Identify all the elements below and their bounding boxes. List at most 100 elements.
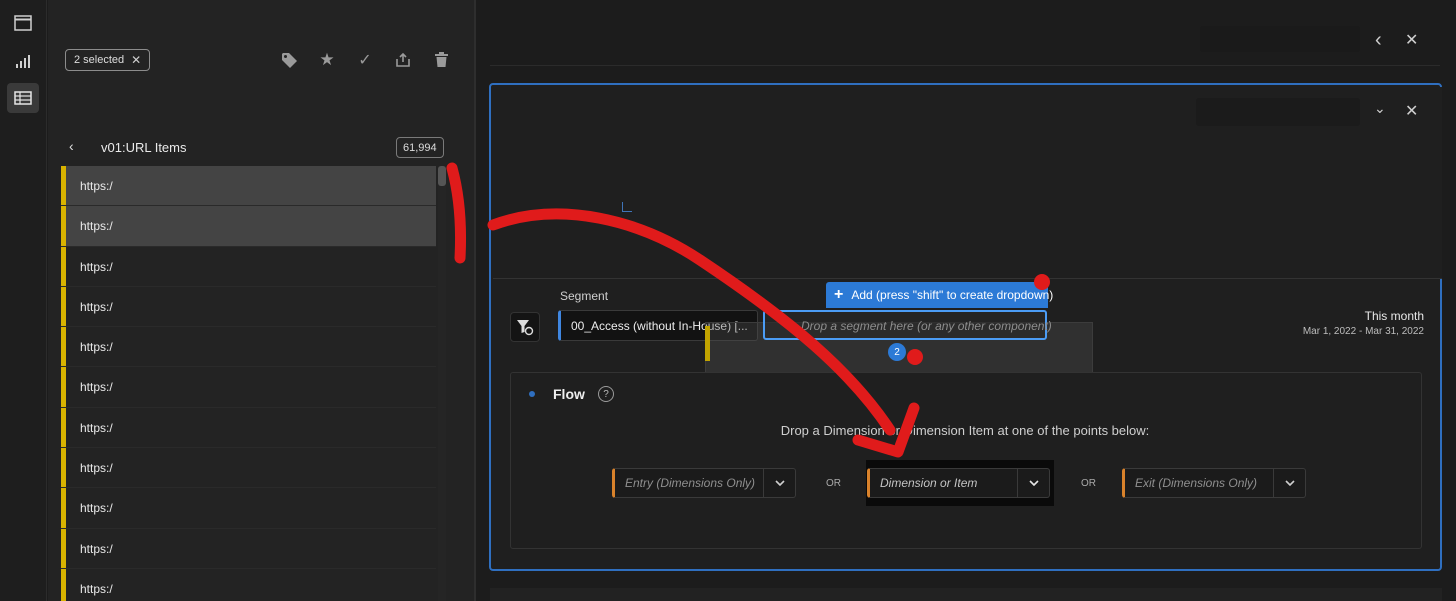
- flow-title: Flow: [553, 386, 585, 402]
- share-button[interactable]: [392, 49, 414, 71]
- list-header: ‹ v01:URL Items 61,994: [60, 135, 445, 161]
- share-icon: [396, 52, 410, 67]
- list-item-marker: [61, 407, 66, 448]
- list-item[interactable]: https:/: [61, 327, 436, 368]
- top-panel-field[interactable]: [1200, 26, 1360, 52]
- segment-label: Segment: [560, 289, 609, 303]
- list-item[interactable]: https:/: [61, 568, 436, 601]
- list-item-label: https:/: [80, 420, 113, 435]
- chart-icon: [16, 55, 30, 68]
- flow-instruction: Drop a Dimension or Dimension Item at on…: [780, 423, 1150, 438]
- list-item-mask: [118, 206, 436, 246]
- entry-placeholder: Entry (Dimensions Only): [625, 476, 756, 490]
- list-item-label: https:/: [80, 259, 113, 274]
- help-icon[interactable]: ?: [598, 386, 614, 402]
- list-item[interactable]: https:/: [61, 488, 436, 529]
- list-item[interactable]: https:/: [61, 246, 436, 287]
- list-item-marker: [61, 367, 66, 407]
- item-count-badge: 61,994: [396, 137, 444, 158]
- list-item-mask: [118, 528, 436, 568]
- list-title: v01:URL Items: [101, 140, 187, 155]
- tag-button[interactable]: [278, 49, 300, 71]
- or-label: OR: [826, 478, 841, 489]
- list-item-label: https:/: [80, 219, 113, 234]
- list-item[interactable]: https:/: [61, 367, 436, 408]
- list-item-label: https:/: [80, 461, 113, 476]
- selection-chip[interactable]: 2 selected ✕: [65, 49, 151, 71]
- list-item-marker: [61, 327, 66, 367]
- list-item-mask: [118, 286, 436, 327]
- list-item-marker: [61, 246, 66, 286]
- drag-ghost-marker: [705, 326, 710, 361]
- list-item-marker: [61, 286, 66, 327]
- entry-dropdown[interactable]: Entry (Dimensions Only): [612, 468, 796, 498]
- component-panel: 2 selected ✕ ★ ✓ ‹ v01:URL Items 61,994 …: [48, 0, 476, 601]
- list-item-marker: [61, 528, 66, 568]
- check-icon: ✓: [358, 52, 372, 69]
- window-icon: [14, 15, 32, 31]
- list-item-label: https:/: [80, 501, 113, 516]
- delete-button[interactable]: [430, 49, 452, 71]
- list-item[interactable]: https:/: [61, 407, 436, 449]
- tag-icon: [281, 52, 297, 68]
- chevron-down-icon[interactable]: ⌄: [1374, 100, 1386, 117]
- list-item-mask: [118, 246, 436, 286]
- list-item-label: https:/: [80, 340, 113, 355]
- date-range-label[interactable]: This month: [1300, 309, 1424, 323]
- chevron-down-icon[interactable]: [763, 469, 795, 497]
- filter-icon: [517, 320, 534, 336]
- segment-drop-zone[interactable]: Drop a segment here (or any other compon…: [763, 310, 1052, 340]
- chevron-down-icon[interactable]: [1017, 469, 1049, 497]
- list-item[interactable]: https:/: [61, 528, 436, 569]
- list-item-mask: [118, 407, 436, 448]
- date-range-value[interactable]: Mar 1, 2022 - Mar 31, 2022: [1280, 326, 1424, 337]
- panels-button[interactable]: [7, 8, 39, 38]
- back-icon[interactable]: ‹: [69, 138, 74, 154]
- list-item[interactable]: https:/: [61, 286, 436, 328]
- list-item-mask: [118, 448, 436, 488]
- list-item-marker: [61, 206, 66, 246]
- list-item-label: https:/: [80, 541, 113, 556]
- favorite-button[interactable]: ★: [316, 49, 338, 71]
- list-item-label: https:/: [80, 380, 113, 395]
- middle-placeholder: Dimension or Item: [880, 476, 978, 490]
- list-item-marker: [61, 166, 66, 206]
- list-item[interactable]: https:/: [61, 206, 436, 247]
- drop-indicator: [622, 202, 632, 212]
- next-panel-edge: [490, 588, 1442, 601]
- list-item-mask: [118, 327, 436, 367]
- approve-button[interactable]: ✓: [354, 49, 376, 71]
- close-icon[interactable]: ✕: [1405, 101, 1418, 121]
- list-item-marker: [61, 488, 66, 528]
- table-icon: [14, 91, 32, 105]
- add-tooltip: + Add (press "shift" to create dropdown): [826, 282, 1053, 308]
- item-list: https:/ https:/ https:/ https:/ https:/ https…: [61, 166, 436, 601]
- list-item[interactable]: https:/: [61, 166, 436, 207]
- middle-dropdown[interactable]: Dimension or Item: [867, 468, 1050, 498]
- list-item-label: https:/: [80, 581, 113, 596]
- left-rail: [0, 0, 47, 601]
- list-item-mask: [118, 568, 436, 601]
- panel-header-field[interactable]: [1196, 98, 1360, 126]
- close-icon[interactable]: ✕: [1405, 30, 1418, 50]
- list-item-mask: [118, 488, 436, 528]
- list-item-marker: [61, 448, 66, 488]
- exit-dropdown[interactable]: Exit (Dimensions Only): [1122, 468, 1306, 498]
- list-item-mask: [118, 166, 436, 206]
- list-item[interactable]: https:/: [61, 448, 436, 489]
- list-item-marker: [61, 568, 66, 601]
- list-item-label: https:/: [80, 179, 113, 193]
- visualizations-button[interactable]: [7, 46, 39, 76]
- scrollbar-thumb[interactable]: [438, 166, 446, 186]
- chevron-left-icon[interactable]: ‹: [1375, 29, 1382, 52]
- segment-filter-button[interactable]: [510, 312, 540, 342]
- plus-icon: +: [834, 286, 844, 303]
- components-button[interactable]: [7, 83, 39, 113]
- star-icon: ★: [319, 50, 335, 69]
- add-tooltip-text: Add (press "shift" to create dropdown): [851, 288, 1054, 302]
- status-dot: [529, 391, 535, 397]
- segment-drop-placeholder: Drop a segment here (or any other compon…: [801, 319, 1052, 333]
- chevron-down-icon[interactable]: [1273, 469, 1305, 497]
- scrollbar[interactable]: [438, 166, 446, 601]
- close-icon[interactable]: ✕: [131, 53, 141, 67]
